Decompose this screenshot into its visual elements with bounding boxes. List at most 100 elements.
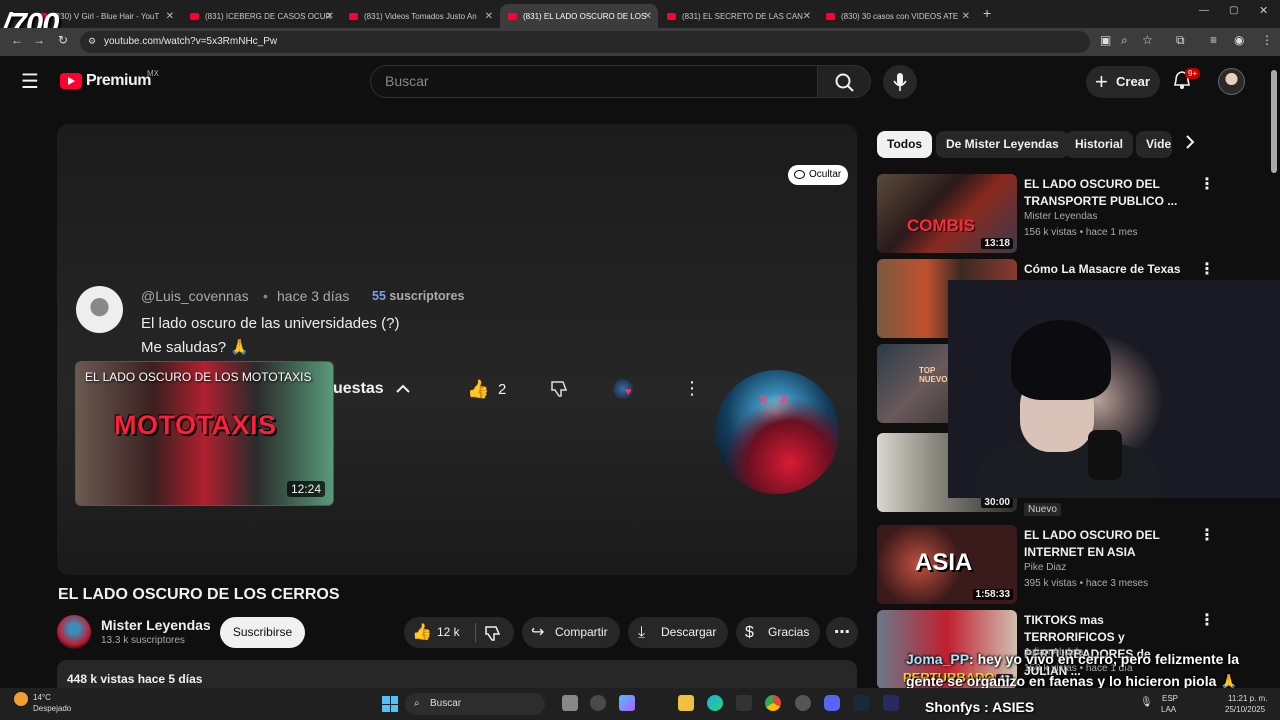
- close-tab-icon[interactable]: ✕: [803, 11, 811, 22]
- bookmark-star-icon[interactable]: ☆: [1142, 33, 1153, 47]
- comment-dislike-icon[interactable]: [549, 379, 569, 399]
- back-icon[interactable]: ←: [11, 33, 23, 47]
- recommended-video[interactable]: ASIA 1:58:33 EL LADO OSCURO DEL INTERNET…: [877, 525, 1267, 605]
- more-vertical-icon[interactable]: ⋮: [1199, 610, 1215, 630]
- task-view-icon[interactable]: [562, 695, 578, 711]
- comment-like-icon[interactable]: 👍: [467, 379, 489, 400]
- close-tab-icon[interactable]: ✕: [485, 11, 493, 22]
- maximize-icon[interactable]: ▢: [1229, 5, 1238, 16]
- chevron-up-icon[interactable]: [394, 380, 412, 398]
- comment-more-icon[interactable]: ⋮: [683, 378, 701, 399]
- chip-videos[interactable]: Vide: [1136, 131, 1172, 158]
- forward-icon[interactable]: →: [33, 33, 45, 47]
- end-screen-video-card[interactable]: EL LADO OSCURO DE LOS MOTOTAXIS MOTOTAXI…: [75, 361, 334, 506]
- minimize-icon[interactable]: —: [1199, 5, 1209, 16]
- page-scrollbar[interactable]: [1271, 70, 1277, 173]
- new-tab-icon[interactable]: +: [983, 5, 991, 21]
- tab-4-active[interactable]: (831) EL LADO OSCURO DE LOS ✕: [500, 4, 658, 28]
- channel-avatar[interactable]: [57, 615, 91, 649]
- channel-name[interactable]: Mister Leyendas: [1024, 211, 1097, 222]
- replies-toggle[interactable]: uestas: [333, 380, 384, 398]
- download-button[interactable]: ⤓ Descargar: [628, 617, 728, 648]
- extensions-icon[interactable]: ⧉: [1176, 33, 1185, 48]
- youtube-favicon-icon: [667, 12, 676, 20]
- taskbar-search-input[interactable]: ⌕ Buscar: [405, 693, 545, 715]
- create-button[interactable]: + Crear: [1086, 66, 1160, 98]
- zoom-icon[interactable]: ⌕: [1121, 33, 1128, 48]
- chip-historial[interactable]: Historial: [1065, 131, 1134, 158]
- voice-search-button[interactable]: [883, 65, 917, 99]
- terminal-icon[interactable]: [736, 695, 752, 711]
- youtube-play-icon: [60, 73, 82, 89]
- recommended-video[interactable]: COMBIS 13:18 EL LADO OSCURO DEL TRANSPOR…: [877, 174, 1267, 254]
- chip-mister-leyendas[interactable]: De Mister Leyendas: [936, 131, 1069, 158]
- youtube-favicon-icon: [190, 12, 199, 20]
- close-tab-icon[interactable]: ✕: [644, 11, 652, 22]
- hide-button[interactable]: Ocultar: [788, 165, 849, 185]
- thanks-button[interactable]: $ Gracias: [736, 617, 820, 648]
- cast-icon[interactable]: ▣: [1100, 33, 1111, 47]
- file-explorer-icon[interactable]: [678, 695, 694, 711]
- close-tab-icon[interactable]: ✕: [166, 11, 174, 22]
- app-icon[interactable]: [590, 695, 606, 711]
- tab-3[interactable]: (831) Videos Tomados Justo An ✕: [341, 4, 499, 28]
- comment-text-line-2: Me saludas? 🙏: [141, 339, 249, 356]
- close-tab-icon[interactable]: ✕: [962, 11, 970, 22]
- subscribe-button[interactable]: Suscribirse: [220, 617, 305, 648]
- more-vertical-icon[interactable]: ⋮: [1199, 525, 1215, 545]
- chip-todos[interactable]: Todos: [877, 131, 933, 158]
- youtube-favicon-icon: [349, 12, 358, 20]
- input-language[interactable]: ESP: [1162, 694, 1178, 703]
- video-thumbnail[interactable]: ASIA 1:58:33: [877, 525, 1017, 604]
- clock-time[interactable]: 11:21 p. m.: [1228, 694, 1267, 703]
- url-field[interactable]: youtube.com/watch?v=5x3RmNHc_Pw: [80, 31, 1090, 53]
- reload-icon[interactable]: ↻: [58, 33, 68, 47]
- app-icon[interactable]: [795, 695, 811, 711]
- channel-name[interactable]: Mister Leyendas: [101, 617, 211, 633]
- video-title[interactable]: Cómo La Masacre de Texas: [1024, 261, 1189, 278]
- windows-start-icon[interactable]: [382, 696, 398, 712]
- tab-6[interactable]: (830) 30 casos con VIDEOS ATE ✕: [818, 4, 976, 28]
- microphone-icon[interactable]: 🎙: [1140, 697, 1153, 708]
- weather-sun-icon[interactable]: [14, 692, 28, 706]
- card-title: EL LADO OSCURO DE LOS MOTOTAXIS: [85, 370, 312, 384]
- youtube-premium-logo[interactable]: Premium: [60, 72, 151, 90]
- discord-icon[interactable]: [824, 695, 840, 711]
- like-icon[interactable]: 👍: [412, 617, 432, 648]
- edge-icon[interactable]: [707, 695, 723, 711]
- site-info-icon[interactable]: ⚙: [88, 36, 96, 47]
- more-vertical-icon[interactable]: ⋮: [1199, 259, 1215, 279]
- chevron-right-icon[interactable]: [1183, 133, 1197, 151]
- like-count[interactable]: 12 k: [437, 617, 460, 648]
- clock-date[interactable]: 25/10/2025: [1225, 705, 1265, 714]
- video-thumbnail[interactable]: COMBIS 13:18: [877, 174, 1017, 253]
- search-icon: [835, 73, 854, 92]
- search-button[interactable]: [817, 65, 871, 98]
- browser-menu-icon[interactable]: ⋮: [1261, 33, 1273, 47]
- close-tab-icon[interactable]: ✕: [326, 11, 334, 22]
- profile-icon[interactable]: ◉: [1234, 33, 1244, 47]
- chrome-icon[interactable]: [765, 695, 781, 711]
- channel-name[interactable]: Pike Diaz: [1024, 562, 1066, 573]
- tab-5[interactable]: (831) EL SECRETO DE LAS CAN ✕: [659, 4, 817, 28]
- steam-icon[interactable]: [853, 695, 869, 711]
- close-window-icon[interactable]: ✕: [1259, 4, 1268, 17]
- menu-icon[interactable]: ☰: [21, 69, 39, 94]
- more-vertical-icon[interactable]: ⋮: [1199, 174, 1215, 194]
- video-player[interactable]: Ocultar @Luis_covennas • hace 3 días 55 …: [57, 124, 857, 575]
- search-input[interactable]: Buscar: [370, 65, 818, 98]
- share-button[interactable]: ↪ Compartir: [522, 617, 620, 648]
- account-avatar[interactable]: [1218, 68, 1245, 95]
- streamer-hair: [1011, 320, 1111, 400]
- copilot-icon[interactable]: [619, 695, 635, 711]
- video-title[interactable]: EL LADO OSCURO DEL INTERNET EN ASIA: [1024, 527, 1189, 561]
- separator-dot: •: [263, 288, 268, 304]
- dislike-icon[interactable]: [483, 624, 501, 642]
- app-icon[interactable]: [883, 695, 899, 711]
- notification-badge: 9+: [1185, 68, 1201, 79]
- video-title[interactable]: EL LADO OSCURO DEL TRANSPORTE PUBLICO ..…: [1024, 176, 1189, 210]
- more-actions-button[interactable]: ⋯: [826, 617, 858, 648]
- media-controls-icon[interactable]: ≡: [1210, 33, 1217, 47]
- input-layout[interactable]: LAA: [1161, 705, 1176, 714]
- tab-2[interactable]: (831) ICEBERG DE CASOS OCUR ✕: [182, 4, 340, 28]
